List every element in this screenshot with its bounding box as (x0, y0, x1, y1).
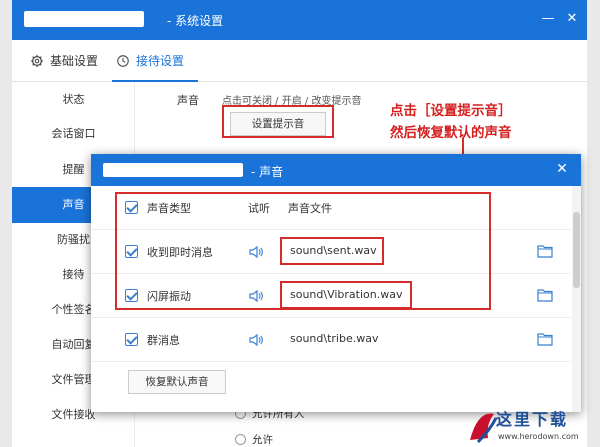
table-row: 群消息 sound\tribe.wav (91, 318, 571, 362)
dialog-close-button[interactable]: ✕ (553, 160, 571, 178)
tab-reception-label: 接待设置 (136, 54, 185, 68)
minimize-button[interactable]: — (539, 10, 557, 28)
sound-type: 群消息 (147, 334, 180, 347)
folder-icon[interactable] (537, 332, 553, 346)
allow-label: 允许 (252, 434, 273, 446)
dialog-title-bar: - 声音 ✕ (91, 154, 581, 186)
tab-reception-settings[interactable]: 接待设置 (116, 52, 184, 69)
restore-default-sound-button[interactable]: 恢复默认声音 (128, 370, 226, 394)
tab-basic-settings[interactable]: 基础设置 (30, 52, 98, 69)
watermark-text: 这里下载 (496, 410, 569, 429)
folder-icon[interactable] (537, 288, 553, 302)
redacted-dialog-name (103, 163, 243, 177)
tutorial-annotation: 点击［设置提示音］ 然后恢复默认的声音 (390, 100, 512, 144)
set-sound-button[interactable]: 设置提示音 (230, 112, 326, 136)
clock-icon (117, 54, 129, 67)
dialog-title: - 声音 (251, 165, 284, 179)
annotation-line-1: 点击［设置提示音］ (390, 103, 512, 119)
dialog-scrollbar[interactable] (572, 186, 581, 412)
settings-tabs: 基础设置 接待设置 (12, 40, 587, 82)
sound-dialog: - 声音 ✕ 声音类型 试听 声音文件 收到即时消息 sound\sent.wa… (91, 154, 581, 412)
sound-section-label: 声音 (177, 94, 199, 107)
close-button[interactable]: ✕ (563, 10, 581, 28)
speaker-icon[interactable] (248, 332, 264, 348)
sidebar-item-status[interactable]: 状态 (12, 82, 135, 118)
tab-basic-label: 基础设置 (50, 54, 99, 68)
row-checkbox[interactable] (125, 333, 138, 346)
redacted-app-name (24, 11, 144, 27)
title-bar: - 系统设置 — ✕ (12, 0, 587, 40)
annotation-line-2: 然后恢复默认的声音 (390, 125, 512, 141)
folder-icon[interactable] (537, 244, 553, 258)
watermark-url: www.herodown.com (498, 432, 579, 441)
allow-option[interactable]: 允许 (235, 432, 273, 447)
sidebar-item-chat-window[interactable]: 会话窗口 (12, 116, 135, 152)
highlight-box-sound-rows (115, 192, 491, 310)
window-title: - 系统设置 (167, 14, 224, 28)
gear-icon (30, 54, 44, 67)
sound-file: sound\tribe.wav (290, 332, 379, 345)
scrollbar-thumb[interactable] (573, 212, 580, 288)
allow-radio[interactable] (235, 434, 246, 445)
